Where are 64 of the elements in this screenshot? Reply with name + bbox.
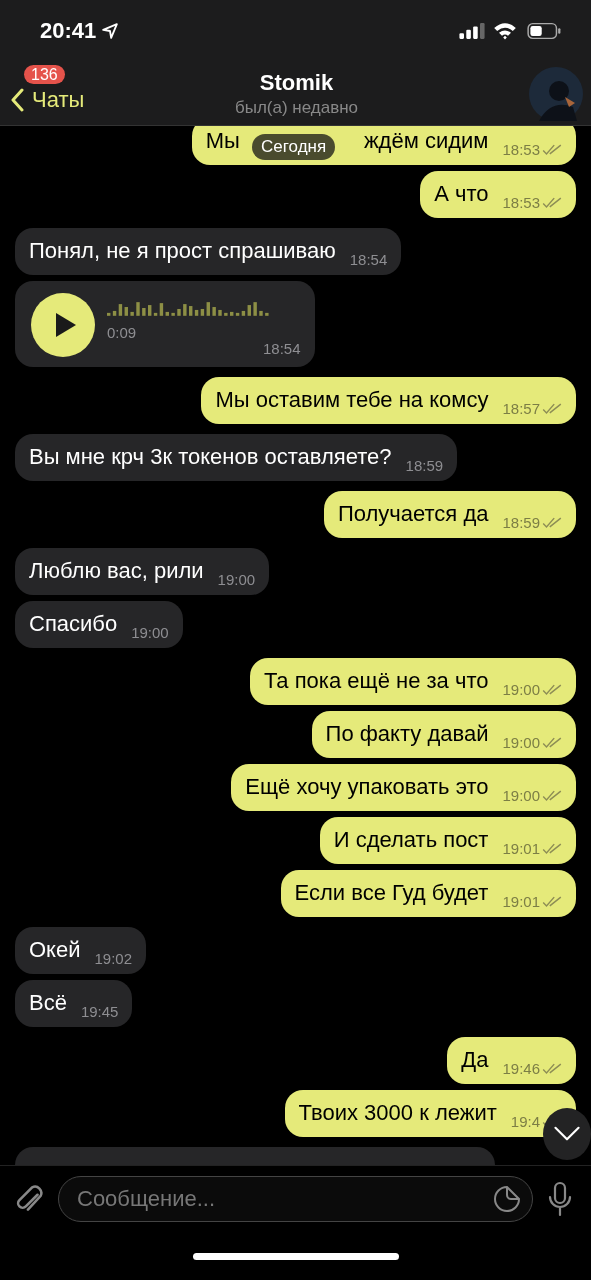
message-text: По факту давай <box>325 720 489 748</box>
message-text: Если все Гуд будет <box>294 879 489 907</box>
unread-badge: 136 <box>24 65 65 84</box>
wifi-icon <box>493 22 517 40</box>
message-time: 19:00 <box>131 624 169 641</box>
message-text: Спасибо <box>29 610 118 638</box>
back-button[interactable]: Чаты <box>10 87 85 113</box>
message-time: 19:00 <box>217 571 256 588</box>
message-text: И сделать пост <box>333 826 489 854</box>
message-time: 18:54 <box>263 340 301 357</box>
message-text: Твоих 3000 к лежит <box>298 1099 497 1127</box>
message-time: 19:4 <box>510 1113 540 1130</box>
double-check-icon <box>542 517 562 528</box>
message-text: Всё <box>29 989 67 1017</box>
message-time: 18:53 <box>502 141 540 158</box>
microphone-icon[interactable] <box>547 1181 573 1217</box>
double-check-icon <box>542 144 562 155</box>
double-check-icon <box>542 197 562 208</box>
message-time: 18:54 <box>349 251 388 268</box>
sticker-icon[interactable] <box>493 1185 521 1213</box>
message-text: Да <box>461 1046 489 1074</box>
chevron-down-icon <box>553 1126 581 1142</box>
chevron-left-icon <box>10 88 24 112</box>
message-text: ждём сидим <box>363 127 489 155</box>
signal-icon <box>459 23 485 39</box>
message-time: 18:53 <box>502 194 540 211</box>
message-time: 19:02 <box>94 950 133 967</box>
double-check-icon <box>542 1063 562 1074</box>
play-button[interactable] <box>31 293 95 357</box>
double-check-icon <box>542 737 562 748</box>
message-time: 19:00 <box>502 681 540 698</box>
message-text: Ещё хочу упаковать это <box>245 773 489 801</box>
battery-icon <box>527 22 561 40</box>
status-time: 20:41 <box>40 18 97 44</box>
message-time: 19:45 <box>80 1003 119 1020</box>
message-text: А что <box>434 180 489 208</box>
message-text: Окей <box>29 936 81 964</box>
date-badge: Сегодня <box>252 134 336 160</box>
message-text: Получается да <box>337 500 489 528</box>
message-text: Люблю вас, рили <box>29 557 204 585</box>
message-time: 19:46 <box>502 1060 540 1077</box>
message-input[interactable]: Сообщение... <box>58 1176 533 1222</box>
message-time: 19:00 <box>502 787 540 804</box>
double-check-icon <box>542 403 562 414</box>
double-check-icon <box>542 790 562 801</box>
double-check-icon <box>542 896 562 907</box>
location-arrow-icon <box>102 23 119 39</box>
message-text: Та пока ещё не за что <box>263 667 489 695</box>
message-time: 19:01 <box>502 893 540 910</box>
scroll-down-button[interactable] <box>543 1108 591 1160</box>
message-text: Понял, не я прост спрашиваю <box>29 237 336 265</box>
message-text: Вы мне крч 3к токенов оставляете? <box>29 443 392 471</box>
message-time: 19:01 <box>502 840 540 857</box>
message-time: 18:59 <box>405 457 444 474</box>
message-time: 18:57 <box>502 400 540 417</box>
message-text: Мы оставим тебе на комсу <box>215 386 489 414</box>
chat-status: был(а) недавно <box>234 98 359 118</box>
double-check-icon <box>542 843 562 854</box>
voice-duration: 0:09 <box>107 323 138 341</box>
message-time: 19:00 <box>502 734 540 751</box>
message-text: Мы <box>205 127 240 155</box>
double-check-icon <box>542 684 562 695</box>
message-time: 18:59 <box>502 514 540 531</box>
chat-title: Stomik <box>259 70 334 96</box>
